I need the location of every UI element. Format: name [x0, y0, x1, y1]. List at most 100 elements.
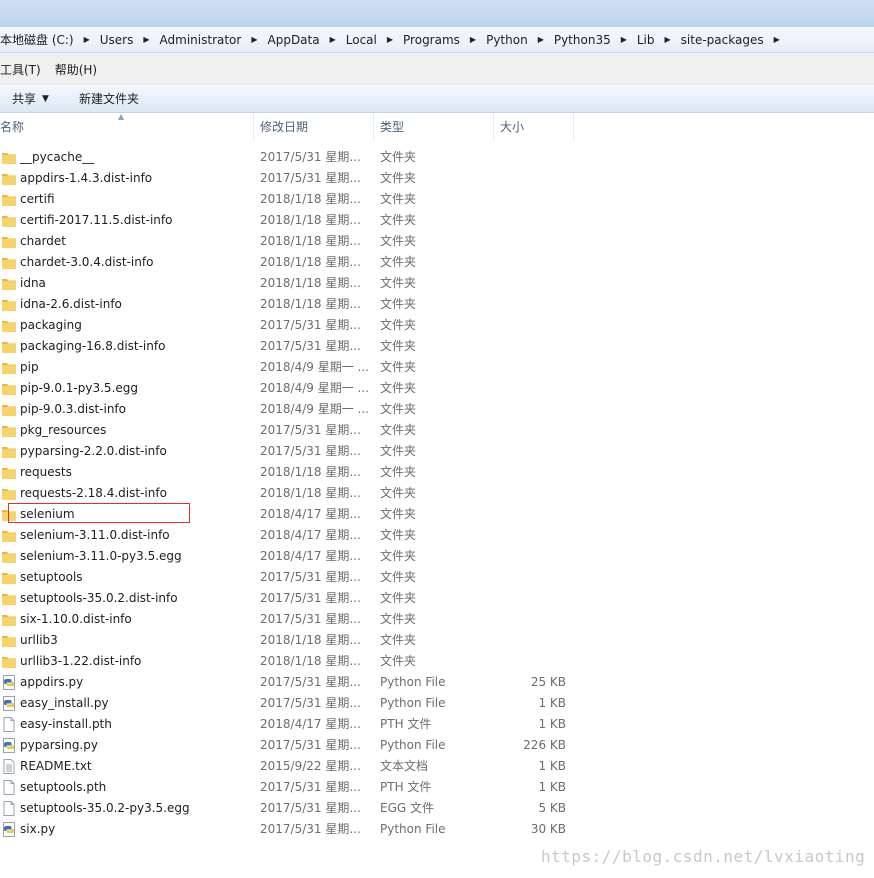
file-date: 2017/5/31 星期... [260, 801, 361, 815]
file-row[interactable]: README.txt 2015/9/22 星期... 文本文档 1 KB [0, 756, 600, 777]
file-type: 文件夹 [380, 339, 417, 353]
file-date: 2018/4/17 星期... [260, 549, 361, 563]
file-name: selenium-3.11.0.dist-info [20, 528, 170, 542]
breadcrumb-chevron-icon[interactable]: ▶ [84, 35, 90, 44]
file-row[interactable]: pip-9.0.3.dist-info 2018/4/9 星期一 ... 文件夹 [0, 399, 600, 420]
file-row[interactable]: certifi 2018/1/18 星期... 文件夹 [0, 189, 600, 210]
breadcrumb-chevron-icon[interactable]: ▶ [251, 35, 257, 44]
breadcrumb-item[interactable]: Administrator [160, 33, 246, 47]
file-row[interactable]: packaging 2017/5/31 星期... 文件夹 [0, 315, 600, 336]
file-date: 2017/5/31 星期... [260, 780, 361, 794]
file-size [495, 399, 566, 420]
file-name: pyparsing.py [20, 738, 98, 752]
file-row[interactable]: chardet-3.0.4.dist-info 2018/1/18 星期... 文件… [0, 252, 600, 273]
file-name: packaging [20, 318, 82, 332]
menu-help[interactable]: 帮助(H) [55, 61, 97, 78]
file-row[interactable]: selenium 2018/4/17 星期... 文件夹 [0, 504, 600, 525]
breadcrumb-item[interactable]: Lib [637, 33, 659, 47]
file-row[interactable]: chardet 2018/1/18 星期... 文件夹 [0, 231, 600, 252]
file-size [495, 441, 566, 462]
file-row[interactable]: __pycache__ 2017/5/31 星期... 文件夹 [0, 147, 600, 168]
file-size [495, 588, 566, 609]
folder-icon [2, 381, 16, 396]
file-row[interactable]: urllib3-1.22.dist-info 2018/1/18 星期... 文件夹 [0, 651, 600, 672]
file-date: 2017/5/31 星期... [260, 612, 361, 626]
share-button[interactable]: 共享 ▼ [12, 90, 49, 107]
file-date: 2017/5/31 星期... [260, 423, 361, 437]
file-date: 2018/4/9 星期一 ... [260, 381, 369, 395]
file-type: Python File [380, 822, 446, 836]
new-folder-button[interactable]: 新建文件夹 [79, 90, 139, 107]
file-name: selenium [20, 507, 75, 521]
breadcrumb-chevron-icon[interactable]: ▶ [470, 35, 476, 44]
file-type: 文件夹 [380, 612, 417, 626]
file-size: 226 KB [523, 738, 566, 752]
file-size [495, 651, 566, 672]
breadcrumb-item[interactable]: AppData [268, 33, 324, 47]
file-name: setuptools-35.0.2-py3.5.egg [20, 801, 190, 815]
file-row[interactable]: requests-2.18.4.dist-info 2018/1/18 星期...… [0, 483, 600, 504]
column-header-date[interactable]: 修改日期 [254, 113, 374, 141]
file-row[interactable]: requests 2018/1/18 星期... 文件夹 [0, 462, 600, 483]
file-row[interactable]: six-1.10.0.dist-info 2017/5/31 星期... 文件夹 [0, 609, 600, 630]
file-size: 1 KB [538, 759, 566, 773]
column-header-type[interactable]: 类型 [374, 113, 494, 141]
file-row[interactable]: selenium-3.11.0-py3.5.egg 2018/4/17 星期...… [0, 546, 600, 567]
file-row[interactable]: appdirs.py 2017/5/31 星期... Python File 25 K… [0, 672, 600, 693]
file-row[interactable]: appdirs-1.4.3.dist-info 2017/5/31 星期... 文件… [0, 168, 600, 189]
file-date: 2017/5/31 星期... [260, 738, 361, 752]
file-row[interactable]: setuptools 2017/5/31 星期... 文件夹 [0, 567, 600, 588]
file-row[interactable]: pyparsing-2.2.0.dist-info 2017/5/31 星期...… [0, 441, 600, 462]
file-row[interactable]: six.py 2017/5/31 星期... Python File 30 KB [0, 819, 600, 840]
breadcrumb-item[interactable]: Local [346, 33, 381, 47]
file-row[interactable]: urllib3 2018/1/18 星期... 文件夹 [0, 630, 600, 651]
breadcrumb-item[interactable]: Python [486, 33, 532, 47]
file-name: certifi [20, 192, 55, 206]
folder-icon [2, 549, 16, 564]
file-size [495, 210, 566, 231]
breadcrumb-item[interactable]: Python35 [554, 33, 615, 47]
column-header-name[interactable]: 名称 [0, 113, 254, 141]
file-row[interactable]: packaging-16.8.dist-info 2017/5/31 星期... 文… [0, 336, 600, 357]
file-row[interactable]: pkg_resources 2017/5/31 星期... 文件夹 [0, 420, 600, 441]
file-row[interactable]: idna 2018/1/18 星期... 文件夹 [0, 273, 600, 294]
file-name: idna [20, 276, 46, 290]
folder-icon [2, 423, 16, 438]
breadcrumb-chevron-icon[interactable]: ▶ [774, 35, 780, 44]
file-row[interactable]: selenium-3.11.0.dist-info 2018/4/17 星期...… [0, 525, 600, 546]
file-name: six.py [20, 822, 56, 836]
breadcrumb-chevron-icon[interactable]: ▶ [665, 35, 671, 44]
column-header-size[interactable]: 大小 [494, 113, 574, 141]
folder-icon [2, 507, 16, 522]
file-row[interactable]: idna-2.6.dist-info 2018/1/18 星期... 文件夹 [0, 294, 600, 315]
file-name: pip [20, 360, 39, 374]
file-type: 文件夹 [380, 297, 417, 311]
file-row[interactable]: pip-9.0.1-py3.5.egg 2018/4/9 星期一 ... 文件夹 [0, 378, 600, 399]
file-row[interactable]: easy_install.py 2017/5/31 星期... Python Fil… [0, 693, 600, 714]
file-row[interactable]: setuptools.pth 2017/5/31 星期... PTH 文件 1 KB [0, 777, 600, 798]
breadcrumb-item[interactable]: site-packages [681, 33, 768, 47]
folder-icon [2, 297, 16, 312]
folder-icon [2, 339, 16, 354]
address-bar[interactable]: 本地磁盘 (C:) ▶ Users ▶ Administrator ▶ AppData ▶ Lo… [0, 27, 874, 53]
breadcrumb-item[interactable]: Programs [403, 33, 464, 47]
menu-tools[interactable]: 工具(T) [0, 61, 41, 78]
file-row[interactable]: pip 2018/4/9 星期一 ... 文件夹 [0, 357, 600, 378]
breadcrumb-chevron-icon[interactable]: ▶ [330, 35, 336, 44]
file-row[interactable]: setuptools-35.0.2.dist-info 2017/5/31 星期.… [0, 588, 600, 609]
breadcrumb-chevron-icon[interactable]: ▶ [387, 35, 393, 44]
file-name: chardet [20, 234, 66, 248]
file-type: 文件夹 [380, 276, 417, 290]
file-row[interactable]: setuptools-35.0.2-py3.5.egg 2017/5/31 星期.… [0, 798, 600, 819]
file-row[interactable]: certifi-2017.11.5.dist-info 2018/1/18 星期.… [0, 210, 600, 231]
folder-icon [2, 612, 16, 627]
breadcrumb-chevron-icon[interactable]: ▶ [538, 35, 544, 44]
breadcrumb-chevron-icon[interactable]: ▶ [143, 35, 149, 44]
file-type: 文件夹 [380, 444, 417, 458]
file-list: __pycache__ 2017/5/31 星期... 文件夹 appdirs-1.4… [0, 147, 874, 840]
breadcrumb-item[interactable]: 本地磁盘 (C:) [0, 31, 78, 48]
file-row[interactable]: pyparsing.py 2017/5/31 星期... Python File 22… [0, 735, 600, 756]
file-row[interactable]: easy-install.pth 2018/4/17 星期... PTH 文件 1 K… [0, 714, 600, 735]
breadcrumb-chevron-icon[interactable]: ▶ [621, 35, 627, 44]
breadcrumb-item[interactable]: Users [100, 33, 138, 47]
